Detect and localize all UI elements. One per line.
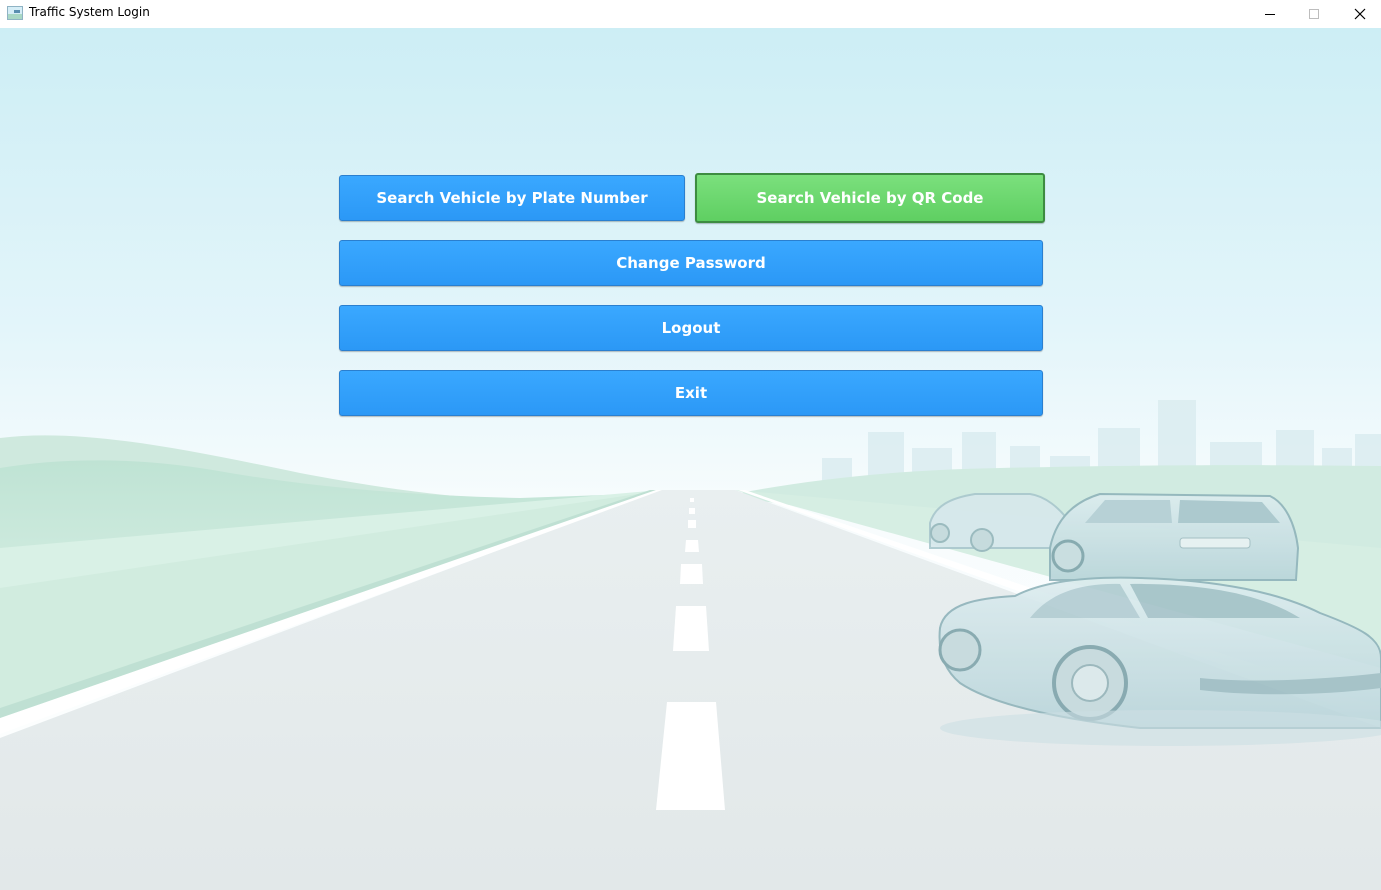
exit-button[interactable]: Exit bbox=[339, 370, 1043, 416]
change-password-button[interactable]: Change Password bbox=[339, 240, 1043, 286]
window-title: Traffic System Login bbox=[29, 5, 150, 19]
maximize-icon bbox=[1309, 9, 1319, 19]
background-scene bbox=[0, 28, 1381, 890]
search-qr-button[interactable]: Search Vehicle by QR Code bbox=[695, 173, 1045, 223]
minimize-icon bbox=[1265, 14, 1275, 15]
logout-button[interactable]: Logout bbox=[339, 305, 1043, 351]
road-illustration bbox=[0, 28, 1381, 890]
maximize-button[interactable] bbox=[1291, 0, 1337, 28]
close-button[interactable] bbox=[1337, 0, 1381, 28]
app-icon bbox=[7, 6, 23, 20]
search-plate-button[interactable]: Search Vehicle by Plate Number bbox=[339, 175, 685, 221]
close-icon bbox=[1354, 8, 1366, 20]
app-window: Traffic System Login Search Vehicle by P… bbox=[0, 0, 1381, 890]
minimize-button[interactable] bbox=[1247, 0, 1293, 28]
title-bar: Traffic System Login bbox=[0, 0, 1381, 28]
